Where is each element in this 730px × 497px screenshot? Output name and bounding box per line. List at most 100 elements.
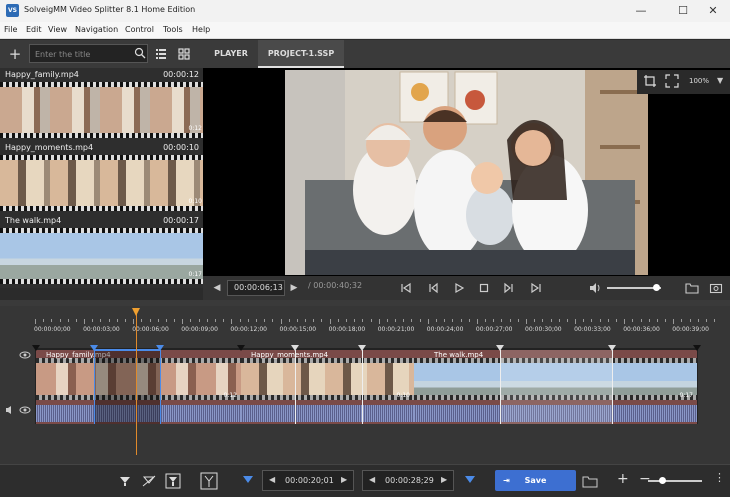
remove-marker-icon[interactable] (141, 473, 157, 489)
current-time-field[interactable]: 00:00:06;13 (227, 280, 285, 296)
prev-frame-button[interactable]: ◀ (210, 281, 224, 295)
ruler-minor-tick (395, 319, 397, 322)
bottom-toolbar: ◀ 00:00:20;01 ▶ ◀ 00:00:28;29 ▶ + − ⋮ (0, 464, 730, 497)
end-marker-icon[interactable] (462, 473, 478, 489)
video-visibility-icon[interactable] (19, 350, 31, 360)
menu-navigation[interactable]: Navigation (75, 25, 118, 34)
end-time-prev-button[interactable]: ◀ (369, 475, 375, 484)
highlighted-segment[interactable] (500, 350, 612, 424)
ruler-minor-tick (714, 319, 716, 322)
clip-thumbnail-strip[interactable]: 0:10 (0, 155, 203, 211)
play-icon[interactable] (452, 281, 466, 295)
volume-slider-knob[interactable] (652, 284, 660, 291)
selected-segment[interactable] (94, 350, 160, 424)
menu-file[interactable]: File (4, 25, 17, 34)
tab-project[interactable]: PROJECT-1.SSP (258, 40, 344, 68)
segment-marker[interactable] (693, 345, 701, 351)
menu-edit[interactable]: Edit (26, 25, 42, 34)
video-image (285, 70, 648, 275)
ruler-minor-tick (345, 319, 347, 322)
search-input[interactable] (35, 48, 123, 60)
step-back-icon[interactable] (426, 281, 440, 295)
segment-marker[interactable] (32, 345, 40, 351)
grid-view-icon[interactable] (175, 45, 193, 63)
menu-control[interactable]: Control (125, 25, 154, 34)
ruler-minor-tick (493, 319, 495, 322)
ruler-minor-tick (550, 319, 552, 322)
ruler-minor-tick (215, 319, 217, 322)
output-folder-icon[interactable] (582, 473, 598, 489)
add-file-button[interactable]: + (6, 45, 24, 63)
ruler-minor-tick (534, 319, 536, 322)
timeline-clip[interactable]: Happy_moments.mp4 0:10 (241, 350, 414, 424)
ruler-minor-tick (272, 319, 274, 322)
zoom-out-button[interactable]: − (639, 471, 651, 487)
media-library-panel: Happy_family.mp4 00:00:12 0:12 Happy_mom… (0, 68, 203, 288)
clip-header[interactable]: Happy_family.mp4 00:00:12 (0, 68, 203, 82)
start-time-next-button[interactable]: ▶ (341, 475, 347, 484)
crop-icon[interactable] (643, 74, 657, 88)
ruler-tick-label: 00:00:06;00 (132, 326, 169, 333)
clip-duration: 00:00:17 (163, 216, 199, 225)
stop-icon[interactable] (477, 281, 491, 295)
menu-help[interactable]: Help (192, 25, 210, 34)
snapshot-icon[interactable] (709, 281, 723, 295)
add-marker-icon[interactable] (117, 473, 133, 489)
ruler-minor-tick (100, 319, 102, 322)
ruler-minor-tick (288, 319, 290, 322)
start-marker-icon[interactable] (240, 473, 256, 489)
next-frame-button[interactable]: ▶ (287, 281, 301, 295)
end-time-field[interactable]: 00:00:28;29 (385, 476, 434, 485)
maximize-button[interactable]: ☐ (666, 0, 700, 22)
filter-marker-icon[interactable] (165, 473, 181, 489)
ruler-tick-label: 00:00:09;00 (181, 326, 218, 333)
list-view-icon[interactable] (152, 45, 170, 63)
playhead-handle[interactable] (132, 308, 140, 316)
prev-marker-icon[interactable] (399, 281, 413, 295)
menu-view[interactable]: View (48, 25, 67, 34)
zoom-in-button[interactable]: + (617, 471, 629, 487)
ruler-minor-tick (255, 319, 257, 322)
save-button[interactable]: ⇥ Save (495, 470, 576, 491)
tab-player[interactable]: PLAYER (205, 40, 257, 68)
ruler-minor-tick (599, 319, 601, 322)
ruler-minor-tick (485, 319, 487, 322)
ruler-tick (280, 319, 282, 324)
clip-thumbnail-strip[interactable]: 0:17 (0, 228, 203, 284)
save-icon: ⇥ (503, 476, 510, 485)
playhead-line (136, 308, 137, 455)
clip-thumbnail-strip[interactable]: 0:12 (0, 82, 203, 138)
zoom-dropdown-arrow[interactable]: ▼ (717, 76, 723, 85)
timeline-zoom-knob[interactable] (658, 477, 666, 484)
minimize-button[interactable]: — (624, 0, 658, 22)
clip-header[interactable]: The walk.mp4 00:00:17 (0, 214, 203, 228)
menu-tools[interactable]: Tools (163, 25, 183, 34)
marker-line (160, 350, 161, 424)
close-button[interactable]: ✕ (696, 0, 730, 22)
volume-icon[interactable] (588, 281, 602, 295)
folder-icon[interactable] (685, 281, 699, 295)
ruler-minor-tick (165, 319, 167, 322)
ruler-tick-label: 00:00:03;00 (83, 326, 120, 333)
fullscreen-icon[interactable] (665, 74, 679, 88)
start-time-box: ◀ 00:00:20;01 ▶ (262, 470, 354, 491)
video-frame[interactable] (285, 70, 648, 275)
start-time-field[interactable]: 00:00:20;01 (285, 476, 334, 485)
audio-visibility-icon[interactable] (19, 405, 31, 415)
ruler-tick (476, 319, 478, 324)
search-icon[interactable] (134, 47, 146, 59)
next-marker-icon[interactable] (529, 281, 543, 295)
start-time-prev-button[interactable]: ◀ (269, 475, 275, 484)
zoom-level[interactable]: 100% (689, 77, 709, 85)
segment-marker[interactable] (237, 345, 245, 351)
cut-segment-icon[interactable] (200, 472, 218, 490)
timeline-ruler[interactable]: 00:00:00;00 00:00:03;00 00:00:06;00 00:00:0… (34, 319, 716, 337)
ruler-minor-tick (640, 319, 642, 322)
clip-end-label: 0:12 (188, 125, 202, 132)
end-time-next-button[interactable]: ▶ (441, 475, 447, 484)
timeline-zoom-slider[interactable] (648, 480, 702, 482)
step-forward-icon[interactable] (502, 281, 516, 295)
more-options-button[interactable]: ⋮ (714, 471, 725, 484)
clip-header[interactable]: Happy_moments.mp4 00:00:10 (0, 141, 203, 155)
audio-icon[interactable] (5, 405, 17, 415)
